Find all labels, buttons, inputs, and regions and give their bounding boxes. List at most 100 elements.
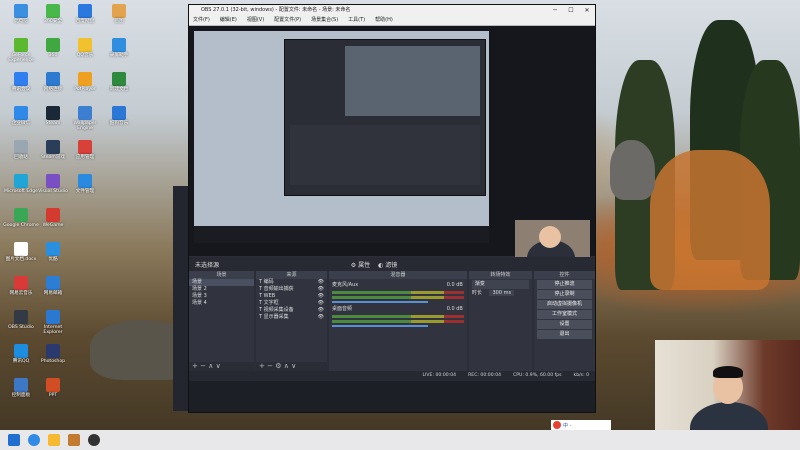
- menu-scene-collection[interactable]: 场景集合(S): [311, 16, 338, 25]
- desktop-icon-label: 文件管理: [75, 189, 95, 194]
- app-icon: [14, 242, 28, 256]
- desktop-icon[interactable]: Internet Explorer: [34, 310, 72, 335]
- obs-footer-area: [189, 381, 595, 412]
- app-icon: [78, 38, 92, 52]
- control-button[interactable]: 设置: [536, 320, 592, 329]
- properties-button[interactable]: ⚙ 属性: [351, 260, 370, 269]
- obs-taskbar-icon[interactable]: [88, 434, 100, 446]
- desktop-icon-label: 画图: [114, 19, 124, 24]
- move-down-icon[interactable]: ∨: [216, 362, 221, 370]
- app-icon: [78, 4, 92, 18]
- remove-icon[interactable]: −: [267, 362, 273, 370]
- live-status: LIVE: 00:00:04: [422, 373, 457, 378]
- app-icon: [78, 174, 92, 188]
- desktop-icon[interactable]: Photoshop: [34, 344, 72, 364]
- file-explorer-icon[interactable]: [48, 434, 60, 446]
- visibility-eye-icon[interactable]: 👁: [318, 314, 324, 321]
- edge-icon[interactable]: [28, 434, 40, 446]
- menu-view[interactable]: 视图(V): [247, 16, 264, 25]
- ime-toolbar[interactable]: 中 ·: [551, 420, 611, 430]
- control-button[interactable]: 退出: [536, 330, 592, 339]
- obs-titlebar[interactable]: OBS 27.0.1 (32-bit, windows) - 配置文件: 未命名…: [189, 5, 595, 16]
- source-toolbar: 未选择源 ⚙ 属性 ◐ 滤镜: [189, 257, 595, 271]
- visibility-eye-icon[interactable]: 👁: [318, 279, 324, 286]
- source-item[interactable]: T 显示器采集 👁: [256, 314, 327, 321]
- scene-item[interactable]: 场景: [189, 279, 255, 286]
- desktop-icon[interactable]: WeGame: [34, 208, 72, 228]
- desktop-icon[interactable]: 新建文档: [100, 72, 138, 92]
- menu-file[interactable]: 文件(F): [193, 16, 210, 25]
- control-button[interactable]: 停止录制: [536, 290, 592, 299]
- add-icon[interactable]: +: [259, 362, 265, 370]
- obs-title: OBS 27.0.1 (32-bit, windows) - 配置文件: 未命名…: [201, 7, 351, 13]
- properties-label: 属性: [358, 261, 371, 269]
- transition-type: 渐变: [474, 281, 485, 287]
- source-label: 显示器采集: [263, 314, 289, 320]
- volume-slider[interactable]: [331, 301, 429, 303]
- desktop-icon[interactable]: PotPlayer: [66, 72, 104, 92]
- control-button[interactable]: 工作室模式: [536, 310, 592, 319]
- menu-profile[interactable]: 配置文件(P): [274, 16, 301, 25]
- maximize-icon[interactable]: ☐: [563, 5, 579, 16]
- windows-start-icon[interactable]: [8, 434, 20, 446]
- app-icon: [14, 344, 28, 358]
- move-up-icon[interactable]: ∧: [284, 362, 289, 370]
- source-label: 视频采集设备: [263, 307, 294, 313]
- scenes-footer: + − ∧ ∨: [189, 362, 255, 371]
- source-item[interactable]: T 音频输出捕获 👁: [256, 286, 327, 293]
- remove-icon[interactable]: −: [200, 362, 206, 370]
- source-item[interactable]: T 视频采集设备 👁: [256, 307, 327, 314]
- nested-obs-window: [284, 39, 486, 196]
- app-icon: [46, 106, 60, 120]
- source-label: 音频输出捕获: [263, 286, 294, 292]
- transition-select[interactable]: 渐变: [471, 280, 529, 289]
- desktop-icon-label: 应用管理: [75, 155, 95, 160]
- mixer-track-header: 麦克风/Aux 0.0 dB: [329, 282, 467, 289]
- scene-item[interactable]: 场景 4: [189, 300, 254, 307]
- move-up-icon[interactable]: ∧: [208, 362, 213, 370]
- desktop-icon[interactable]: 优酷: [34, 242, 72, 262]
- scene-item[interactable]: 场景 3: [189, 293, 254, 300]
- menu-tools[interactable]: 工具(T): [348, 16, 365, 25]
- desktop-icon[interactable]: 录屏助手: [100, 38, 138, 58]
- source-item[interactable]: T 编码 👁: [256, 279, 327, 286]
- taskbar-app-icon[interactable]: [68, 434, 80, 446]
- menu-help[interactable]: 帮助(H): [375, 16, 393, 25]
- duration-row: 时长 300 ms: [469, 290, 532, 297]
- menu-edit[interactable]: 编辑(E): [220, 16, 237, 25]
- app-icon: [46, 242, 60, 256]
- visibility-eye-icon[interactable]: 👁: [318, 293, 324, 300]
- visibility-eye-icon[interactable]: 👁: [318, 307, 324, 314]
- visibility-eye-icon[interactable]: 👁: [318, 300, 324, 307]
- app-icon: [14, 4, 28, 18]
- desktop-icon[interactable]: 百度网盘: [66, 4, 104, 24]
- filter-icon: ◐: [378, 261, 384, 269]
- minimize-icon[interactable]: ─: [547, 5, 563, 16]
- desktop-icon[interactable]: PPT: [34, 378, 72, 398]
- desktop-icon-label: 优酷: [48, 257, 58, 262]
- app-icon: [78, 106, 92, 120]
- scene-item[interactable]: 场景 2: [189, 286, 254, 293]
- visibility-eye-icon[interactable]: 👁: [318, 286, 324, 293]
- control-button[interactable]: 停止推流: [536, 280, 592, 289]
- source-item[interactable]: T WEB 👁: [256, 293, 327, 300]
- volume-slider[interactable]: [331, 325, 429, 327]
- close-icon[interactable]: ✕: [579, 5, 595, 16]
- gear-icon[interactable]: ⚙: [275, 362, 281, 370]
- add-icon[interactable]: +: [192, 362, 198, 370]
- duration-input[interactable]: 300 ms: [489, 290, 515, 296]
- control-button[interactable]: 启动虚拟摄像机: [536, 300, 592, 309]
- filters-button[interactable]: ◐ 滤镜: [378, 260, 397, 269]
- source-item[interactable]: T 文字框 👁: [256, 300, 327, 307]
- nested-preview: [345, 46, 480, 116]
- desktop-icon[interactable]: 网易邮箱: [34, 276, 72, 296]
- move-down-icon[interactable]: ∨: [291, 362, 296, 370]
- desktop-icon[interactable]: 文件管理: [66, 174, 104, 194]
- desktop-icon[interactable]: Wallpaper Engine: [66, 106, 104, 131]
- desktop-icon[interactable]: 应用管理: [66, 140, 104, 160]
- desktop-icon[interactable]: 画图: [100, 4, 138, 24]
- app-icon: [14, 106, 28, 120]
- desktop-icon[interactable]: QQ音乐: [66, 38, 104, 58]
- obs-preview[interactable]: [189, 26, 595, 276]
- desktop-icon[interactable]: 酷狗音乐: [100, 106, 138, 126]
